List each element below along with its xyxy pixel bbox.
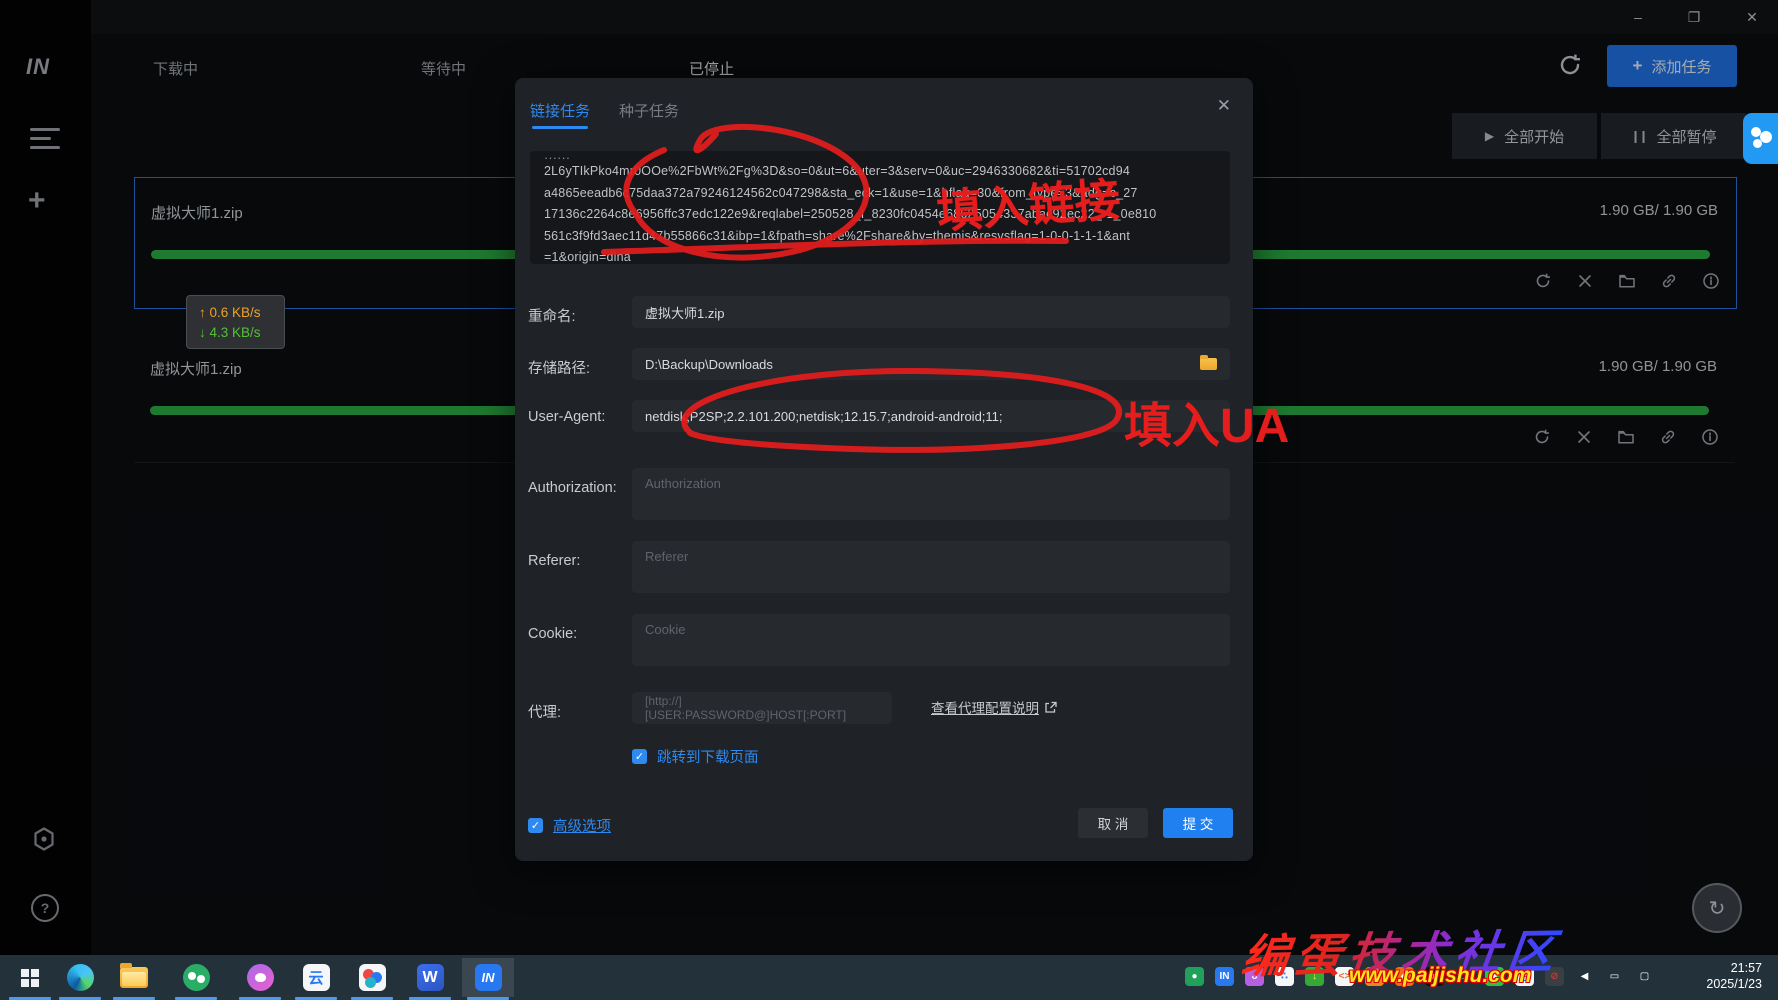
- download-speed: 4.3 KB/s: [210, 325, 261, 340]
- taskbar-netdisk[interactable]: [346, 958, 398, 997]
- clock-date: 2025/1/23: [1706, 976, 1762, 992]
- tray-monitor[interactable]: ▢: [1635, 967, 1654, 986]
- checkbox-checked-icon[interactable]: ✓: [528, 818, 543, 833]
- tray-code-app[interactable]: <>: [1335, 967, 1354, 986]
- tray-media-app[interactable]: ▶: [1425, 967, 1444, 986]
- upload-speed: 0.6 KB/s: [210, 305, 261, 320]
- edge-icon: [67, 964, 94, 991]
- checkbox-checked-icon[interactable]: ✓: [632, 749, 647, 764]
- tray-battery[interactable]: ▭: [1605, 967, 1624, 986]
- taskbar-word[interactable]: W: [404, 958, 456, 997]
- tray-idm[interactable]: ↓: [1305, 967, 1324, 986]
- proxy-help-link[interactable]: 查看代理配置说明: [931, 697, 1057, 717]
- tray-icons: ● IN ᴗ ∴ ↓ <> ▬ ◆ ▶ ❐ ● 云 ⊘ ◀ ▭ ▢: [1185, 967, 1654, 986]
- folder-picker-icon[interactable]: [1200, 358, 1217, 370]
- tab-torrent-task[interactable]: 种子任务: [619, 100, 679, 121]
- url-line: =1&origin=dlna: [544, 247, 1216, 264]
- floating-spinner-button[interactable]: ↻: [1692, 883, 1742, 933]
- taskbar-clock[interactable]: 21:57 2025/1/23: [1706, 960, 1762, 992]
- tray-volume[interactable]: ◀: [1575, 967, 1594, 986]
- tab-link-task[interactable]: 链接任务: [530, 100, 590, 121]
- url-line: 17136c2264c8e6956ffc37edc122e9&reqlabel=…: [544, 204, 1216, 226]
- user-agent-label: User-Agent:: [528, 409, 605, 425]
- authorization-label: Authorization:: [528, 480, 617, 496]
- tray-wechat[interactable]: ●: [1485, 967, 1504, 986]
- advanced-options-label: 高级选项: [553, 815, 611, 836]
- cloud-drive-icon: 云: [303, 964, 330, 991]
- clock-time: 21:57: [1706, 960, 1762, 976]
- external-link-icon: [1044, 701, 1057, 714]
- tray-in-app[interactable]: IN: [1215, 967, 1234, 986]
- cat-app-icon: [247, 964, 274, 991]
- taskbar-cloud-app[interactable]: 云: [290, 958, 342, 997]
- screen: – ❐ ✕ 下载中 等待中 已停止 + 添加任务 ▶ 全部开始 ❙❙ 全部暂停 …: [0, 0, 1778, 1000]
- url-textarea[interactable]: ······ 2L6yTIkPko4mr0OOe%2FbWt%2Fg%3D&so…: [530, 151, 1230, 264]
- jump-to-page-label: 跳转到下载页面: [657, 746, 759, 767]
- jump-to-page-option[interactable]: ✓ 跳转到下载页面: [632, 746, 759, 767]
- cookie-input[interactable]: Cookie: [632, 614, 1230, 666]
- rename-label: 重命名:: [528, 305, 576, 326]
- path-input[interactable]: D:\Backup\Downloads: [632, 348, 1230, 380]
- taskbar-wechat[interactable]: [170, 958, 222, 997]
- url-line: a4865eeadb6c75daa372a79246124562c047298&…: [544, 183, 1216, 205]
- url-line: 561c3f9fd3aec11d47b55866c31&ibp=1&fpath=…: [544, 226, 1216, 248]
- cancel-button[interactable]: 取 消: [1078, 808, 1148, 838]
- taskbar-start[interactable]: [4, 958, 56, 997]
- authorization-input[interactable]: Authorization: [632, 468, 1230, 520]
- taskbar-explorer[interactable]: [108, 958, 160, 997]
- proxy-label: 代理:: [528, 701, 561, 722]
- in-downloader-icon: IN: [475, 964, 502, 991]
- advanced-options-toggle[interactable]: ✓ 高级选项: [528, 815, 611, 836]
- user-agent-input[interactable]: netdisk;P2SP;2.2.101.200;netdisk;12.15.7…: [632, 400, 1230, 432]
- netdisk-icon: [359, 964, 386, 991]
- upload-arrow-icon: ↑: [199, 305, 206, 320]
- taskbar-edge[interactable]: [54, 958, 106, 997]
- taskbar-in-downloader[interactable]: IN: [462, 958, 514, 997]
- word-icon: W: [417, 964, 444, 991]
- speed-tooltip: ↑ 0.6 KB/s ↓ 4.3 KB/s: [186, 295, 285, 349]
- submit-button[interactable]: 提 交: [1163, 808, 1233, 838]
- tray-netdisk[interactable]: ∴: [1275, 967, 1294, 986]
- proxy-input[interactable]: [http://][USER:PASSWORD@]HOST[:PORT]: [632, 692, 892, 724]
- tray-windows-copy[interactable]: ❐: [1455, 967, 1474, 986]
- taskbar-cat-app[interactable]: [234, 958, 286, 997]
- referer-input[interactable]: Referer: [632, 541, 1230, 593]
- windows-logo-icon: [21, 969, 39, 987]
- wechat-icon: [183, 964, 210, 991]
- tray-security[interactable]: ◆: [1395, 967, 1414, 986]
- path-label: 存储路径:: [528, 357, 590, 378]
- cookie-label: Cookie:: [528, 626, 577, 642]
- tray-recorder[interactable]: ●: [1185, 967, 1204, 986]
- tray-cat-app[interactable]: ᴗ: [1245, 967, 1264, 986]
- url-line: 2L6yTIkPko4mr0OOe%2FbWt%2Fg%3D&so=0&ut=6…: [544, 161, 1216, 183]
- rename-input[interactable]: 虚拟大师1.zip: [632, 296, 1230, 328]
- tray-window-app[interactable]: ▬: [1365, 967, 1384, 986]
- add-task-dialog: 链接任务 种子任务 ✕ ······ 2L6yTIkPko4mr0OOe%2Fb…: [515, 78, 1253, 861]
- tray-cloud[interactable]: 云: [1515, 967, 1534, 986]
- explorer-folder-icon: [120, 967, 148, 988]
- referer-label: Referer:: [528, 553, 580, 569]
- download-arrow-icon: ↓: [199, 325, 206, 340]
- windows-taskbar: 云 W IN ● IN ᴗ ∴ ↓ <> ▬ ◆ ▶ ❐ ● 云 ⊘ ◀ ▭ ▢ 21:57 2025/1/2…: [0, 955, 1778, 1000]
- dialog-close-icon[interactable]: ✕: [1217, 96, 1231, 116]
- netdisk-fab[interactable]: [1743, 113, 1778, 164]
- tray-blocked-screen[interactable]: ⊘: [1545, 967, 1564, 986]
